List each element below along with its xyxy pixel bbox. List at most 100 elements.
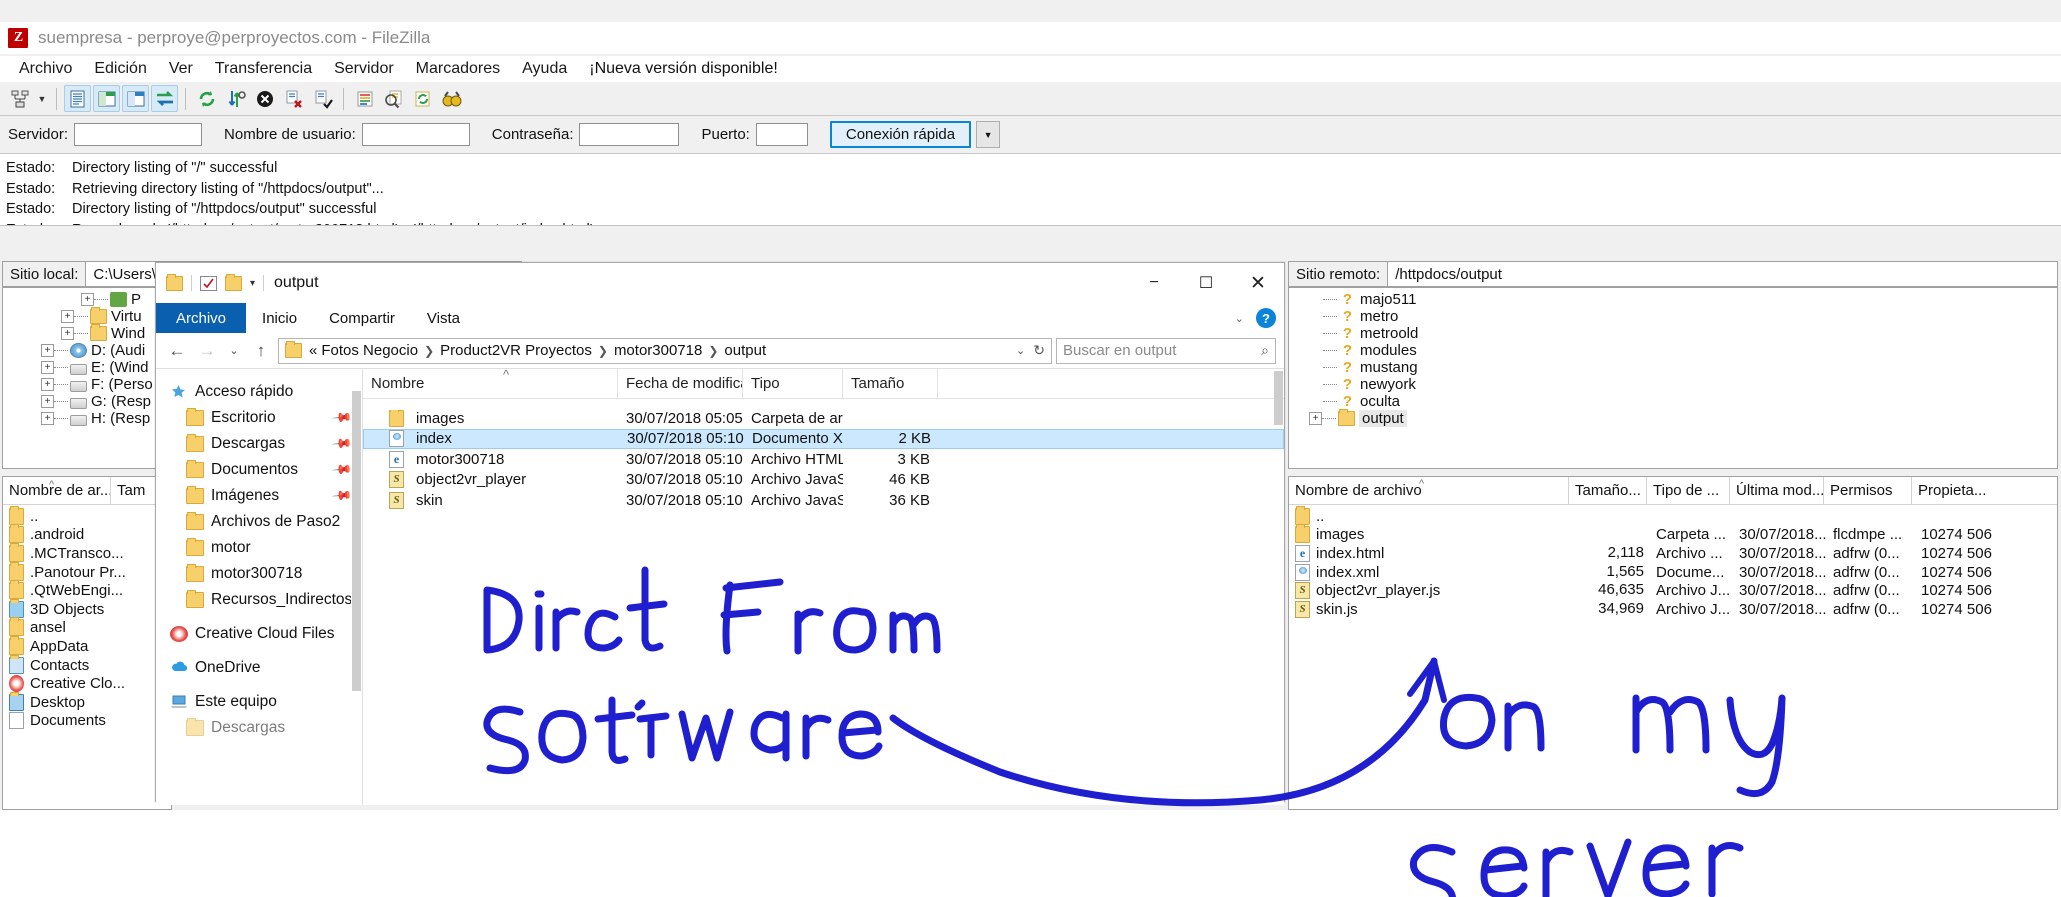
table-row[interactable]: S skin.js 34,969 Archivo J... 30/07/2018… [1289,600,2057,619]
remote-file-list[interactable]: Nombre de archivo ^ Tamaño... Tipo de ..… [1288,476,2058,810]
column-header-size[interactable]: Tamaño... [1569,477,1647,505]
breadcrumb-item-product2vr[interactable]: Product2VR Proyectos [440,342,592,359]
list-item[interactable]: .QtWebEngi... [3,580,171,600]
nav-item-onedrive[interactable]: OneDrive [156,655,362,681]
column-header-name[interactable]: Nombre de ar... ^ [3,477,111,505]
arrow-right-icon[interactable]: → [194,338,220,364]
remote-directory-tree[interactable]: majo511 metro metroold modules mustang [1288,287,2058,469]
tree-item-oculta[interactable]: oculta [1289,393,2057,410]
nav-item-descargas-pc[interactable]: Descargas [156,715,362,741]
nav-item-motor[interactable]: motor [156,535,362,561]
scrollbar-thumb[interactable] [352,391,361,691]
table-row[interactable]: images 30/07/2018 05:05 ... Carpeta de a… [363,408,1284,429]
menu-transferencia[interactable]: Transferencia [204,58,323,80]
disconnect-icon[interactable] [280,85,307,112]
list-item[interactable]: Creative Clo... [3,674,171,693]
column-header-permissions[interactable]: Permisos [1824,477,1912,505]
arrow-left-icon[interactable]: ← [164,338,190,364]
username-input[interactable] [361,123,470,146]
pin-icon[interactable]: 📌 [331,459,353,482]
site-manager-icon[interactable] [6,85,33,112]
new-folder-icon[interactable] [225,273,242,291]
expand-icon[interactable]: + [41,412,54,425]
list-item[interactable]: .android [3,524,171,545]
search-input[interactable]: Buscar en output ⌕ [1056,337,1276,364]
explorer-navigation-pane[interactable]: Acceso rápido Escritorio 📌 Descargas 📌 D… [156,369,363,805]
nav-item-este-equipo[interactable]: Este equipo [156,689,362,715]
synchronized-browsing-icon[interactable] [409,85,436,112]
customize-caret-icon[interactable]: ▾ [250,278,255,289]
nav-item-motor300718[interactable]: motor300718 [156,561,362,587]
reconnect-icon[interactable] [309,85,336,112]
port-input[interactable] [755,123,808,146]
expand-icon[interactable]: + [41,361,54,374]
password-input[interactable] [579,123,680,146]
nav-item-archivos-de-paso2[interactable]: Archivos de Paso2 [156,509,362,535]
site-manager-dropdown-caret-icon[interactable]: ▼ [35,94,49,104]
toggle-message-log-icon[interactable] [64,85,91,112]
pin-icon[interactable]: 📌 [331,485,353,508]
process-queue-icon[interactable] [222,85,249,112]
compare-directories-icon[interactable] [380,85,407,112]
menu-archivo[interactable]: Archivo [8,58,83,80]
tab-archivo[interactable]: Archivo [156,303,247,333]
table-row[interactable]: e motor300718 30/07/2018 05:10 ... Archi… [363,449,1284,470]
tree-item-modules[interactable]: modules [1289,342,2057,359]
refresh-icon[interactable] [193,85,220,112]
file-list-scrollbar[interactable] [1273,369,1284,805]
breadcrumb-item-motor300718[interactable]: motor300718 [614,342,702,359]
recent-locations-chevron-down-icon[interactable]: ⌄ [224,338,244,364]
menu-edicion[interactable]: Edición [83,58,157,80]
maximize-button[interactable]: ☐ [1180,263,1232,303]
tab-inicio[interactable]: Inicio [246,303,313,333]
close-button[interactable]: ✕ [1232,263,1284,303]
list-item[interactable]: 3D Objects [3,598,171,619]
list-item[interactable]: .Panotour Pr... [3,561,171,582]
list-item[interactable]: .MCTransco... [3,542,171,563]
explorer-file-list[interactable]: Nombre ^ Fecha de modifica... Tipo Tamañ… [363,368,1284,805]
tree-item-majo511[interactable]: majo511 [1289,291,2057,308]
tree-item-wind[interactable]: + Wind [3,324,171,342]
search-remote-files-icon[interactable] [438,85,465,112]
menu-marcadores[interactable]: Marcadores [405,58,511,80]
list-item[interactable]: Contacts [3,654,171,675]
nav-item-escritorio[interactable]: Escritorio 📌 [156,405,362,431]
new-version-available-link[interactable]: ¡Nueva versión disponible! [578,58,789,80]
tree-item-newyork[interactable]: newyork [1289,376,2057,393]
table-row[interactable]: S object2vr_player 30/07/2018 05:10 ... … [363,470,1284,491]
table-row[interactable]: index 30/07/2018 05:10 ... Documento XML… [363,428,1284,449]
column-header-fecha[interactable]: Fecha de modifica... [618,368,743,399]
toggle-local-tree-icon[interactable] [93,85,120,112]
column-header-filename[interactable]: Nombre de archivo ^ [1289,477,1569,505]
list-item[interactable]: ansel [3,617,171,638]
remote-site-path[interactable]: /httpdocs/output [1388,261,2058,287]
column-header-modified[interactable]: Última mod... [1730,477,1824,505]
minimize-button[interactable]: − [1128,263,1180,303]
breadcrumb-item-fotos-negocio[interactable]: Fotos Negocio [321,342,418,359]
expand-icon[interactable]: + [41,378,54,391]
toggle-remote-tree-icon[interactable] [122,85,149,112]
list-item[interactable]: Desktop [3,691,171,712]
table-row[interactable]: e index.html 2,118 Archivo ... 30/07/201… [1289,544,2057,563]
folder-icon[interactable] [166,273,183,291]
nav-item-recursos-indirectos[interactable]: Recursos_Indirectos [156,587,362,613]
tree-item-drive-d[interactable]: + D: (Audi [3,342,171,359]
help-icon[interactable]: ? [1256,308,1276,328]
quick-connect-history-dropdown[interactable]: ▼ [976,121,1001,148]
expand-icon[interactable]: + [1309,412,1322,425]
tab-vista[interactable]: Vista [411,303,476,333]
refresh-icon[interactable]: ↻ [1033,342,1045,359]
column-header-tipo[interactable]: Tipo [743,368,843,399]
tree-item-output[interactable]: + output [1289,409,2057,427]
pin-icon[interactable]: 📌 [331,407,353,430]
menu-ver[interactable]: Ver [158,58,204,80]
breadcrumb[interactable]: « Fotos Negocio ❯ Product2VR Proyectos ❯… [278,337,1052,364]
table-row[interactable]: S object2vr_player.js 46,635 Archivo J..… [1289,581,2057,600]
tree-item-drive-f[interactable]: + F: (Perso [3,376,171,393]
properties-icon[interactable] [200,275,217,291]
tree-item-metro[interactable]: metro [1289,308,2057,325]
tree-item-mustang[interactable]: mustang [1289,359,2057,376]
tree-item-drive-h[interactable]: + H: (Resp [3,410,171,427]
host-input[interactable] [74,123,203,146]
expand-icon[interactable]: + [61,327,74,340]
